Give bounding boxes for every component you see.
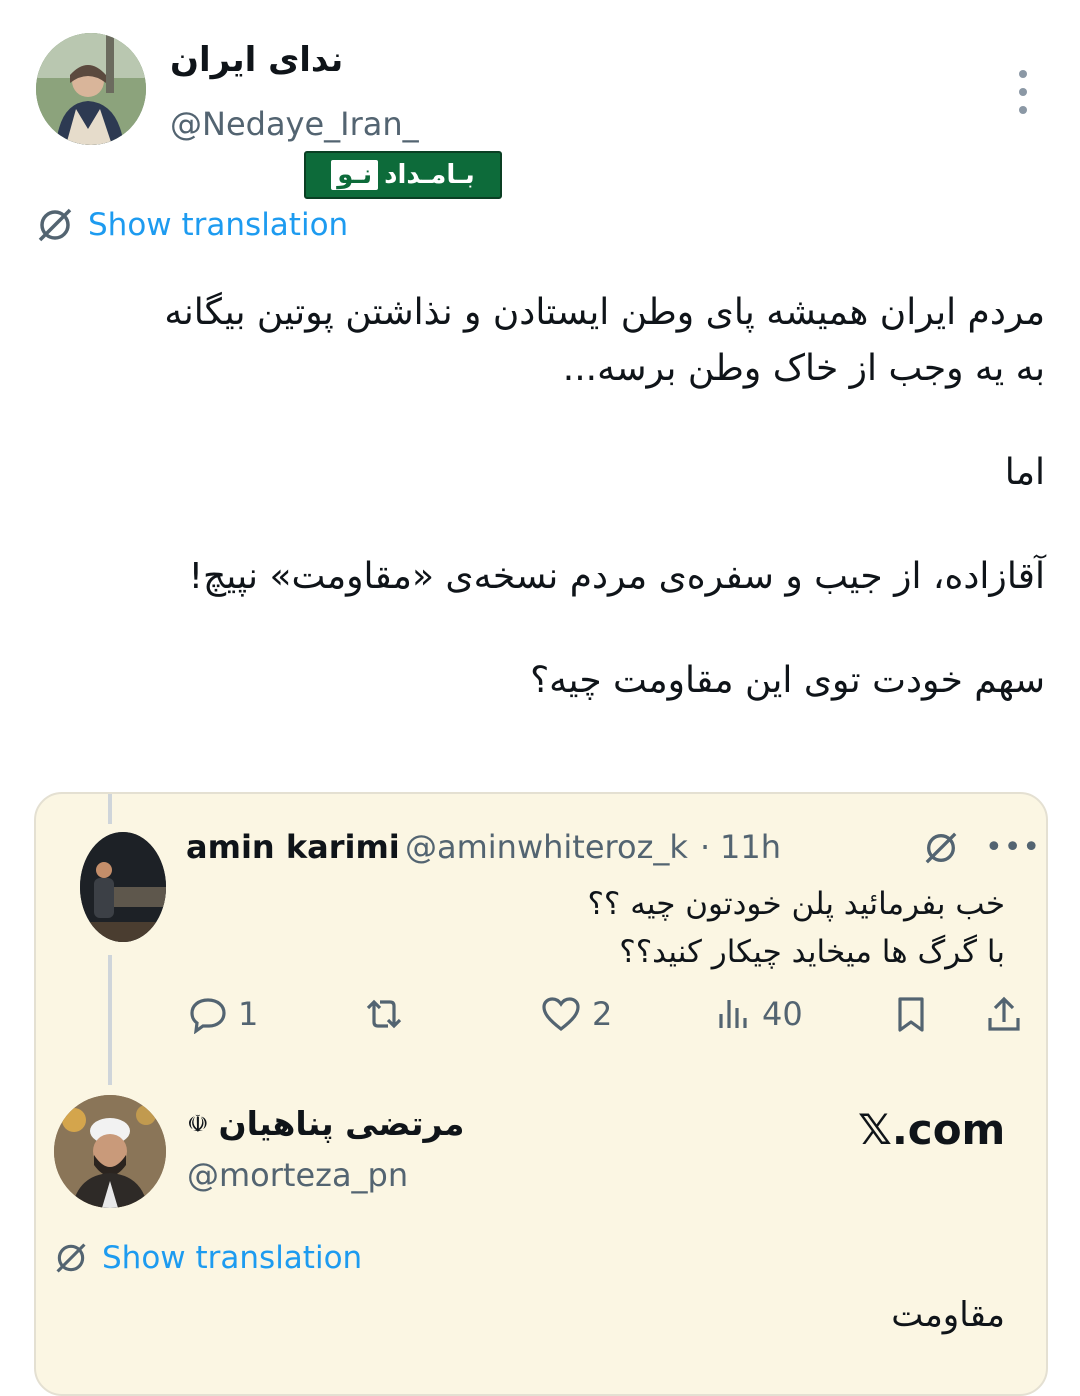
reply-author-avatar[interactable]	[80, 832, 166, 942]
thread-line	[108, 955, 112, 1085]
more-options-button[interactable]	[1010, 70, 1036, 114]
share-icon	[988, 996, 1020, 1031]
tweet-text-line: سهم خودت توی این مقاومت چیه؟	[530, 660, 1045, 701]
channel-watermark-logo: بـامـداد نـو	[304, 151, 502, 199]
reply-author-handle[interactable]: @aminwhiteroz_k	[405, 828, 688, 866]
bookmark-icon	[898, 997, 924, 1032]
watermark-text-right: نـو	[331, 160, 379, 190]
x-com-logo: 𝕏.com	[858, 1105, 1006, 1154]
reply-separator: ·	[700, 828, 711, 866]
reply-count: 1	[238, 995, 259, 1033]
author-handle[interactable]: @Nedaye_Iran_	[170, 105, 419, 143]
quoted-show-translation-link[interactable]: Show translation	[54, 1240, 362, 1276]
like-button[interactable]: 2	[540, 994, 612, 1034]
bookmark-button[interactable]	[893, 994, 929, 1034]
quoted-author-name-text: مرتضی پناهیان	[218, 1104, 465, 1143]
quoted-author-handle[interactable]: @morteza_pn	[187, 1156, 408, 1194]
thread-line-top	[108, 794, 112, 824]
tweet-text-line: به یه وجب از خاک وطن برسه...	[562, 348, 1045, 389]
reply-timestamp[interactable]: 11h	[720, 828, 781, 866]
retweet-icon	[366, 999, 402, 1029]
reply-more-icon[interactable]: •••	[985, 830, 1041, 865]
translate-icon	[56, 1243, 86, 1273]
reply-text: خب بفرمائید پلن خودتون چیه ؟؟ با گرگ ها …	[520, 880, 1005, 976]
show-translation-label: Show translation	[102, 1240, 363, 1276]
reply-author-name[interactable]: amin karimi	[186, 828, 400, 866]
author-avatar[interactable]	[36, 33, 146, 145]
like-count: 2	[592, 995, 613, 1033]
retweet-button[interactable]	[362, 994, 406, 1034]
share-button[interactable]	[985, 994, 1023, 1034]
translate-icon	[38, 208, 72, 242]
reply-text-line: خب بفرمائید پلن خودتون چیه ؟؟	[587, 886, 1005, 922]
show-translation-label: Show translation	[88, 207, 349, 243]
reply-text-line: با گرگ ها میخاید چیکار کنید؟؟	[619, 934, 1005, 970]
iran-emblem-icon: ☫	[187, 1109, 209, 1138]
views-count: 40	[762, 995, 803, 1033]
quoted-author-avatar[interactable]	[54, 1095, 166, 1208]
heart-icon	[542, 997, 580, 1032]
more-icon	[1019, 70, 1027, 78]
tweet-text-line: آقازاده، از جیب و سفره‌ی مردم نسخه‌ی «مق…	[188, 556, 1045, 597]
reply-button[interactable]: 1	[188, 994, 258, 1034]
views-button[interactable]: 40	[716, 994, 803, 1034]
quoted-tweet-text: مقاومت	[891, 1295, 1005, 1335]
reply-icon	[190, 998, 226, 1034]
quoted-author-name[interactable]: مرتضی پناهیان ☫	[187, 1104, 464, 1143]
views-icon	[719, 1000, 747, 1028]
tweet-text-line: مردم ایران همیشه پای وطن ایستادن و نذاشت…	[164, 292, 1045, 333]
author-display-name[interactable]: ندای ایران	[170, 40, 343, 80]
translate-icon[interactable]	[923, 830, 959, 870]
tweet-text-line: اما	[1004, 452, 1045, 493]
show-translation-link[interactable]: Show translation	[36, 206, 348, 244]
watermark-text-left: بـامـداد	[384, 160, 475, 190]
tweet-text: مردم ایران همیشه پای وطن ایستادن و نذاشت…	[40, 285, 1045, 709]
